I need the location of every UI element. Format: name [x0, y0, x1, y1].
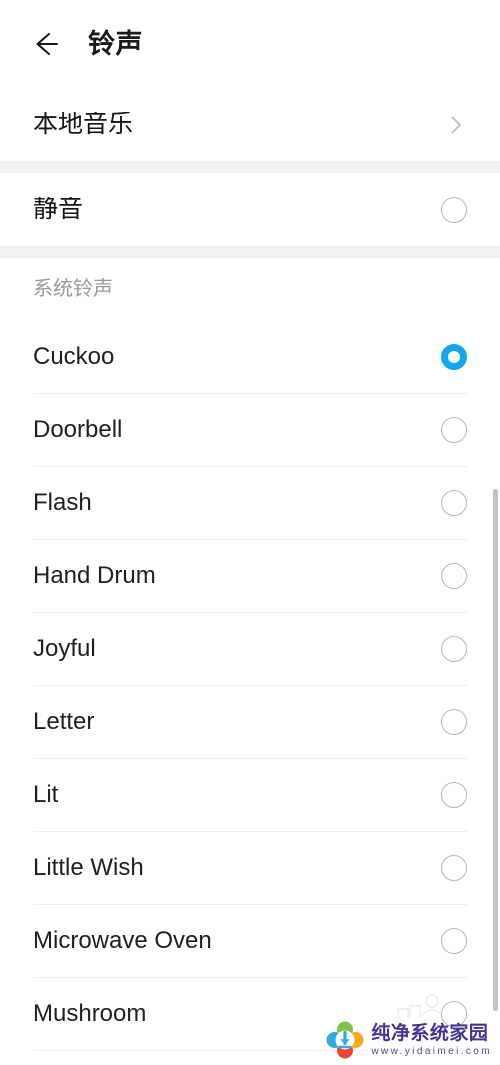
page-title: 铃声 [88, 28, 143, 59]
watermark-text: 纯净系统家园 www.yidaimei.com [371, 1024, 492, 1057]
ringtone-row[interactable]: Letter [0, 685, 500, 758]
chevron-right-icon [445, 114, 467, 136]
watermark-url: www.yidaimei.com [371, 1045, 492, 1057]
app-bar: 铃声 [0, 0, 500, 88]
ringtone-row[interactable]: Doorbell [0, 393, 500, 466]
system-ringtones-caption-label: 系统铃声 [33, 278, 113, 300]
ringtone-row[interactable]: Lit [0, 758, 500, 831]
silent-row[interactable]: 静音 [0, 173, 500, 246]
ringtone-row[interactable]: Cuckoo [0, 320, 500, 393]
ringtone-radio[interactable] [441, 708, 467, 735]
local-music-row[interactable]: 本地音乐 [0, 88, 500, 161]
ringtone-row[interactable]: Microwave Oven [0, 904, 500, 977]
ringtone-label: Joyful [33, 634, 96, 662]
ringtone-radio-selected[interactable] [441, 343, 467, 370]
section-divider-band-2 [0, 246, 500, 258]
arrow-left-icon [36, 32, 59, 56]
ringtone-radio[interactable] [441, 854, 467, 881]
silent-radio[interactable] [441, 196, 467, 223]
ringtone-radio[interactable] [441, 562, 467, 589]
ringtone-settings-screen: 铃声 本地音乐 静音 系统铃声 Cuckoo Doorbell Flash Hand … [0, 0, 500, 1065]
ringtone-label: Microwave Oven [33, 926, 212, 954]
ringtone-list: Cuckoo Doorbell Flash Hand Drum Joyful Letter… [0, 320, 500, 1065]
scrollbar-thumb[interactable] [493, 489, 498, 1011]
ringtone-row[interactable]: Flash [0, 466, 500, 539]
ringtone-row[interactable]: Little Wish [0, 831, 500, 904]
ringtone-label: Cuckoo [33, 342, 115, 370]
download-arrow-logo-icon [326, 1021, 364, 1059]
ringtone-radio[interactable] [441, 489, 467, 516]
watermark: 纯净系统家园 www.yidaimei.com [326, 1021, 492, 1059]
ringtone-radio[interactable] [441, 781, 467, 808]
back-button[interactable] [30, 24, 70, 64]
ringtone-row[interactable]: Hand Drum [0, 539, 500, 612]
ringtone-label: Hand Drum [33, 561, 156, 589]
ringtone-row[interactable]: Joyful [0, 612, 500, 685]
local-music-label: 本地音乐 [33, 112, 134, 137]
ringtone-label: Flash [33, 488, 92, 516]
ringtone-radio[interactable] [441, 927, 467, 954]
system-ringtones-caption: 系统铃声 [0, 258, 500, 320]
ringtone-radio[interactable] [441, 416, 467, 443]
ringtone-radio[interactable] [441, 635, 467, 662]
ringtone-label: Letter [33, 707, 95, 735]
silent-label: 静音 [33, 197, 84, 222]
ringtone-label: Doorbell [33, 415, 123, 443]
ringtone-label: Lit [33, 780, 59, 808]
watermark-title: 纯净系统家园 [371, 1022, 489, 1044]
section-divider-band [0, 161, 500, 173]
ringtone-label: Little Wish [33, 853, 144, 881]
